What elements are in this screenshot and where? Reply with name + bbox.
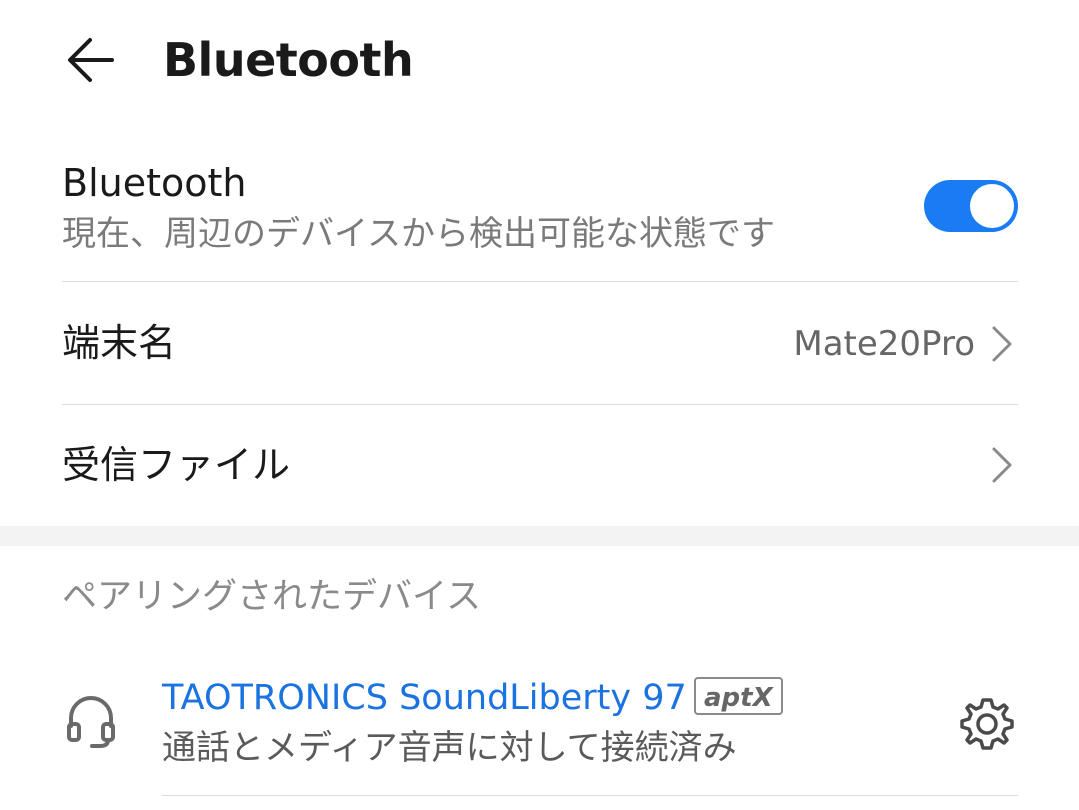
headset-icon [67, 696, 115, 748]
device-name: TAOTRONICS SoundLiberty 97 [162, 678, 687, 718]
bluetooth-row-subtitle: 現在、周辺のデバイスから検出可能な状態です [62, 214, 775, 254]
codec-badge: aptX [694, 677, 783, 715]
section-separator [0, 526, 1079, 546]
bluetooth-row-title: Bluetooth [62, 161, 247, 205]
device-name-label: 端末名 [62, 321, 177, 365]
bluetooth-toggle[interactable] [924, 180, 1018, 232]
paired-devices-header: ペアリングされたデバイス [62, 577, 481, 617]
toggle-knob [970, 184, 1014, 228]
device-settings-button[interactable] [955, 692, 1019, 756]
divider [162, 795, 1018, 796]
device-name-row[interactable]: 端末名 Mate20Pro [0, 282, 1079, 404]
received-files-row[interactable]: 受信ファイル [0, 405, 1079, 526]
bluetooth-row[interactable]: Bluetooth 現在、周辺のデバイスから検出可能な状態です [0, 150, 1079, 280]
device-status: 通話とメディア音声に対して接続済み [162, 728, 737, 768]
chevron-right-icon [992, 326, 1012, 362]
gear-icon [960, 698, 1014, 750]
chevron-right-icon [992, 447, 1012, 483]
device-name-value: Mate20Pro [793, 324, 975, 364]
page-title: Bluetooth [163, 33, 414, 87]
arrow-left-icon [68, 38, 114, 82]
received-files-label: 受信ファイル [62, 443, 291, 487]
back-button[interactable] [62, 32, 122, 88]
